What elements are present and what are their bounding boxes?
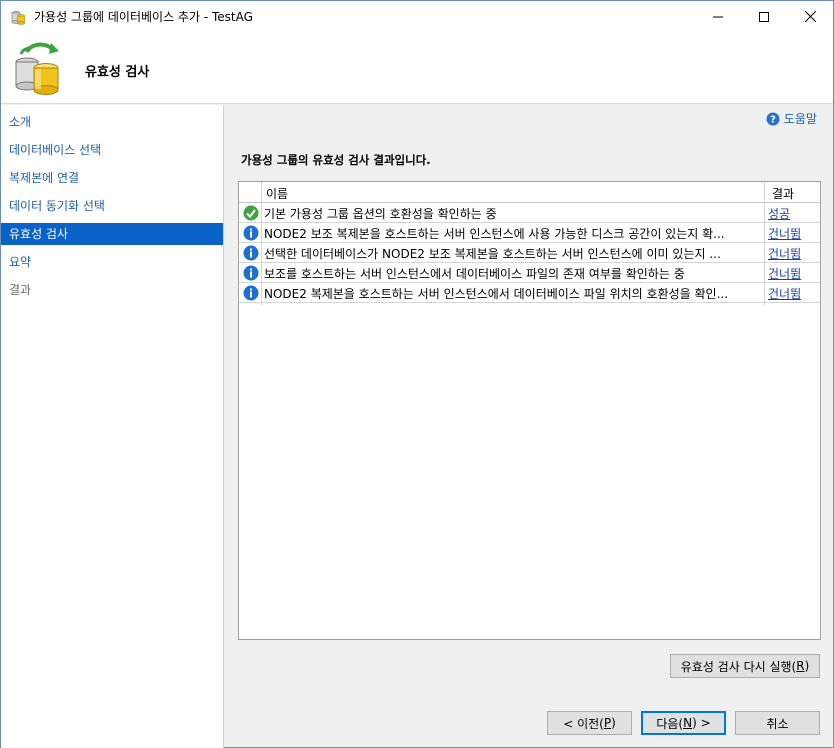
info-icon [243,285,259,301]
next-label-suffix: ) > [692,716,711,730]
check-name: 기본 가용성 그룹 옵션의 호환성을 확인하는 중 [264,207,497,221]
wizard-header: 유효성 검사 [1,32,833,104]
check-result-link[interactable]: 건너뜀 [768,265,801,282]
column-header-result[interactable]: 결과 [772,185,794,202]
help-label: 도움말 [783,112,817,126]
next-button[interactable]: 다음(N) > [641,711,726,735]
sidebar-item-introduction[interactable]: 소개 [1,111,223,133]
check-name: NODE2 보조 복제본을 호스트하는 서버 인스턴스에 사용 가능한 디스크 … [264,227,725,241]
help-link[interactable]: ? 도움말 [766,110,817,127]
sidebar-item-select-databases[interactable]: 데이터베이스 선택 [1,139,223,161]
sidebar-item-data-sync[interactable]: 데이터 동기화 선택 [1,195,223,217]
maximize-button[interactable] [741,1,787,32]
table-row[interactable]: 기본 가용성 그룹 옵션의 호환성을 확인하는 중 성공 [239,203,820,223]
prev-accesskey: P [603,716,612,730]
minimize-icon [713,16,723,17]
info-icon [243,225,259,241]
help-icon: ? [766,112,780,125]
validation-intro-text: 가용성 그룹의 유효성 검사 결과입니다. [241,153,431,167]
check-result-link[interactable]: 성공 [768,205,790,222]
cancel-label: 취소 [766,716,789,731]
table-row[interactable]: NODE2 보조 복제본을 호스트하는 서버 인스턴스에 사용 가능한 디스크 … [239,223,820,243]
check-result-link[interactable]: 건너뜀 [768,245,801,262]
check-name: NODE2 복제본을 호스트하는 서버 인스턴스에서 데이터베이스 파일 위치의… [264,287,729,301]
previous-button[interactable]: < 이전(P) [547,711,632,735]
success-icon [243,205,259,221]
rerun-label-prefix: 유효성 검사 다시 실행( [680,659,797,674]
check-result-link[interactable]: 건너뜀 [768,225,801,242]
info-icon [243,265,259,281]
title-bar: 가용성 그룹에 데이터베이스 추가 - TestAG [1,1,833,32]
wizard-window: 가용성 그룹에 데이터베이스 추가 - TestAG 유효성 검사 소개 데이터… [0,0,834,748]
svg-text:?: ? [770,114,776,125]
validation-results-grid: 이름 결과 기본 가용성 그룹 옵션의 호환성을 확인하는 중 성공 NODE2… [238,181,821,640]
database-app-icon [11,10,25,25]
table-row[interactable]: 보조를 호스트하는 서버 인스턴스에서 데이터베이스 파일의 존재 여부를 확인… [239,263,820,283]
next-accesskey: N [683,716,693,730]
table-row[interactable]: NODE2 복제본을 호스트하는 서버 인스턴스에서 데이터베이스 파일 위치의… [239,283,820,303]
rerun-accesskey: R [796,659,805,673]
sidebar-item-validation[interactable]: 유효성 검사 [1,223,223,245]
info-icon [243,245,259,261]
wizard-sidebar: 소개 데이터베이스 선택 복제본에 연결 데이터 동기화 선택 유효성 검사 요… [1,105,224,748]
check-name: 보조를 호스트하는 서버 인스턴스에서 데이터베이스 파일의 존재 여부를 확인… [264,267,685,281]
cancel-button[interactable]: 취소 [735,711,820,735]
close-button[interactable] [787,1,833,32]
sidebar-item-summary[interactable]: 요약 [1,251,223,273]
page-title: 유효성 검사 [85,65,150,80]
check-result-link[interactable]: 건너뜀 [768,285,801,302]
minimize-button[interactable] [695,1,741,32]
window-title: 가용성 그룹에 데이터베이스 추가 - TestAG [34,10,253,24]
grid-header: 이름 결과 [239,182,820,203]
database-sync-icon [15,42,59,95]
sidebar-item-results: 결과 [9,283,32,297]
column-header-name[interactable]: 이름 [266,185,288,202]
sidebar-item-connect-replicas[interactable]: 복제본에 연결 [1,167,223,189]
close-icon [804,11,816,22]
check-name: 선택한 데이터베이스가 NODE2 보조 복제본을 호스트하는 서버 인스턴스에… [264,247,721,261]
maximize-icon [759,11,769,22]
rerun-validation-button[interactable]: 유효성 검사 다시 실행(R) [670,654,820,678]
rerun-label-suffix: ) [804,659,810,673]
prev-label-suffix: ) [611,716,616,730]
next-label-prefix: 다음( [656,716,684,731]
prev-label-prefix: < 이전( [563,716,604,731]
table-row[interactable]: 선택한 데이터베이스가 NODE2 보조 복제본을 호스트하는 서버 인스턴스에… [239,243,820,263]
